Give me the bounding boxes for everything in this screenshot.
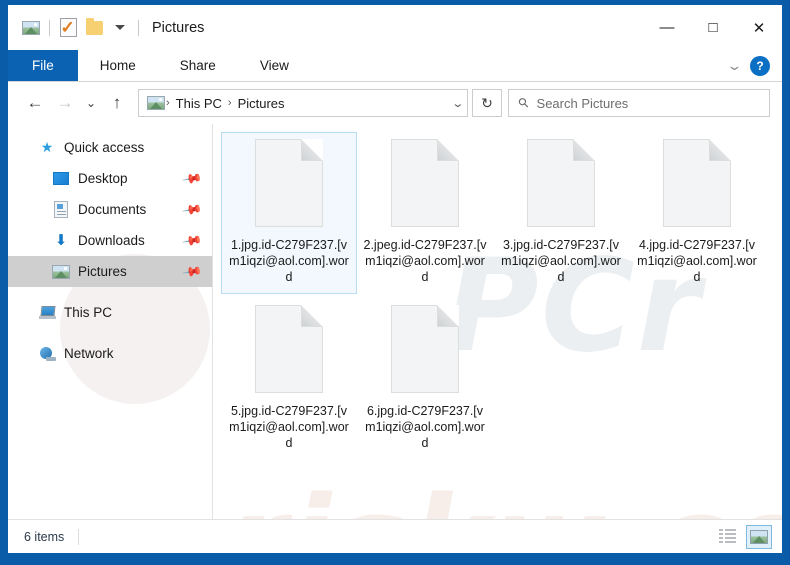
status-bar: 6 items [8,519,782,553]
breadcrumb-item-this-pc[interactable]: This PC [171,96,227,111]
tab-view[interactable]: View [238,50,311,81]
pin-icon[interactable]: 📌 [181,260,203,282]
file-explorer-window: ✓ Pictures — □ ✕ File Home Share View ⌄ … [8,5,782,553]
close-button[interactable]: ✕ [736,5,782,50]
this-pc-icon [38,306,56,319]
downloads-icon: ⬇ [54,232,68,249]
file-grid: 1.jpg.id-C279F237.[vm1iqzi@aol.com].word… [213,124,782,462]
generic-file-icon [663,139,731,227]
properties-icon[interactable]: ✓ [55,15,81,41]
file-item[interactable]: 3.jpg.id-C279F237.[vm1iqzi@aol.com].word [493,132,629,294]
sidebar-item-label: Network [64,346,114,361]
file-item[interactable]: 5.jpg.id-C279F237.[vm1iqzi@aol.com].word [221,298,357,460]
desktop-icon [52,172,70,185]
details-list-icon [718,529,736,544]
title-bar: ✓ Pictures — □ ✕ [8,5,782,50]
forward-button[interactable]: → [50,88,80,118]
file-name-label: 2.jpeg.id-C279F237.[vm1iqzi@aol.com].wor… [363,238,487,284]
window-title: Pictures [152,19,205,36]
sidebar-item-label: Desktop [78,171,128,186]
maximize-button[interactable]: □ [690,5,736,50]
ribbon-right-controls: ⌄ ? [726,50,782,81]
new-folder-icon[interactable] [81,15,107,41]
large-icons-view-button[interactable] [746,524,772,549]
generic-file-icon [255,305,323,393]
search-icon: ⚲ [514,93,533,112]
refresh-button[interactable]: ↻ [472,89,502,117]
sidebar-item-downloads[interactable]: ⬇ Downloads 📌 [8,225,212,256]
search-box[interactable]: ⚲ Search Pictures [508,89,770,117]
sidebar-item-this-pc[interactable]: This PC [8,297,212,328]
generic-file-icon [255,139,323,227]
toolbar-divider [49,19,50,36]
back-button[interactable]: ← [20,88,50,118]
window-controls: — □ ✕ [644,5,782,50]
tab-share[interactable]: Share [158,50,238,81]
up-button[interactable]: ↑ [102,88,132,118]
quick-access-toolbar: ✓ [8,15,144,41]
file-item[interactable]: 1.jpg.id-C279F237.[vm1iqzi@aol.com].word [221,132,357,294]
pin-icon[interactable]: 📌 [181,167,203,189]
customize-dropdown-icon[interactable] [107,15,133,41]
sidebar-item-label: Pictures [78,264,127,279]
main-area: ★ Quick access Desktop 📌 Documents 📌 ⬇ D… [8,124,782,519]
file-name-label: 6.jpg.id-C279F237.[vm1iqzi@aol.com].word [365,404,485,450]
sidebar-item-label: Quick access [64,140,145,155]
file-item[interactable]: 2.jpeg.id-C279F237.[vm1iqzi@aol.com].wor… [357,132,493,294]
tab-home[interactable]: Home [78,50,158,81]
sidebar-item-network[interactable]: Network [8,338,212,369]
network-icon [38,346,56,361]
navigation-pane: ★ Quick access Desktop 📌 Documents 📌 ⬇ D… [8,124,213,519]
generic-file-icon [527,139,595,227]
chevron-down-icon[interactable]: ⌄ [726,58,742,74]
file-item[interactable]: 4.jpg.id-C279F237.[vm1iqzi@aol.com].word [629,132,765,294]
file-name-label: 5.jpg.id-C279F237.[vm1iqzi@aol.com].word [229,404,349,450]
address-pictures-icon [147,96,165,110]
view-mode-buttons [714,524,772,549]
recent-locations-button[interactable]: ⌄ [80,88,102,118]
breadcrumb-item-pictures[interactable]: Pictures [233,96,290,111]
star-icon: ★ [40,139,54,155]
search-input[interactable]: Search Pictures [537,96,629,111]
pictures-icon [52,264,70,279]
picture-thumbnail-icon [22,20,40,35]
generic-file-icon [391,305,459,393]
file-name-label: 4.jpg.id-C279F237.[vm1iqzi@aol.com].word [637,238,757,284]
details-view-button[interactable] [714,525,740,549]
pin-icon[interactable]: 📌 [181,198,203,220]
tab-file[interactable]: File [8,50,78,81]
help-button[interactable]: ? [750,55,770,76]
watermark-bottom: riskw.com [227,472,782,519]
generic-file-icon [391,139,459,227]
toolbar-divider-2 [138,19,139,36]
sidebar-item-quick-access[interactable]: ★ Quick access [8,132,212,163]
address-toolbar: ← → ⌄ ↑ › This PC › Pictures ⌄ ↻ ⚲ Searc… [8,82,782,124]
sidebar-item-documents[interactable]: Documents 📌 [8,194,212,225]
sidebar-item-label: Documents [78,202,147,217]
breadcrumb: › This PC › Pictures [165,96,446,111]
sidebar-item-pictures[interactable]: Pictures 📌 [8,256,212,287]
large-icons-icon [750,529,768,544]
ribbon-tab-bar: File Home Share View ⌄ ? [8,50,782,82]
pictures-folder-icon[interactable] [18,15,44,41]
file-name-label: 1.jpg.id-C279F237.[vm1iqzi@aol.com].word [229,238,349,284]
status-divider [78,528,80,545]
file-item[interactable]: 6.jpg.id-C279F237.[vm1iqzi@aol.com].word [357,298,493,460]
sidebar-item-label: This PC [64,305,113,320]
address-bar[interactable]: › This PC › Pictures ⌄ [138,89,468,117]
sidebar-item-label: Downloads [78,233,145,248]
minimize-button[interactable]: — [644,5,690,50]
sidebar-item-desktop[interactable]: Desktop 📌 [8,163,212,194]
item-count-label: 6 items [24,529,65,544]
pin-icon[interactable]: 📌 [181,229,203,251]
documents-icon [52,201,70,218]
file-list-pane[interactable]: PCr riskw.com 1.jpg.id-C279F237.[vm1iqzi… [213,124,782,519]
address-chevron-down-icon[interactable]: ⌄ [443,97,464,110]
desktop-background: ✓ Pictures — □ ✕ File Home Share View ⌄ … [0,0,790,565]
file-name-label: 3.jpg.id-C279F237.[vm1iqzi@aol.com].word [501,238,621,284]
